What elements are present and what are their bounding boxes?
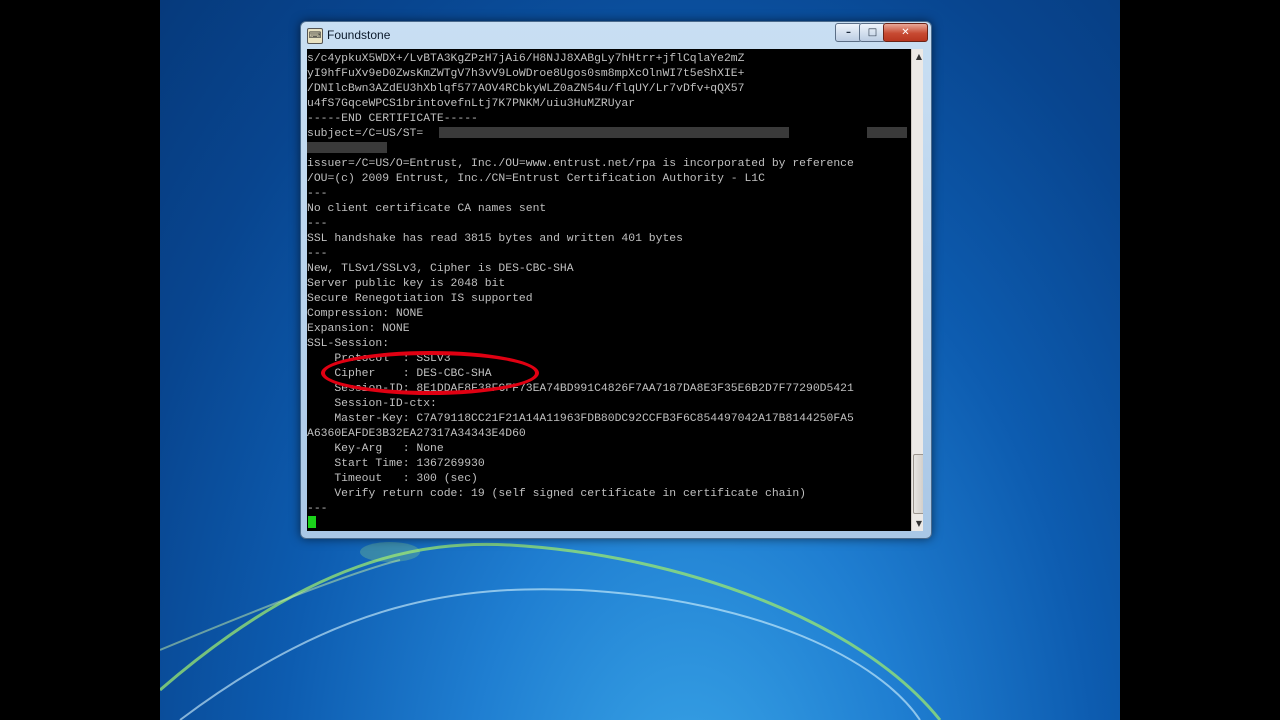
console-app-icon: ⌨ bbox=[307, 28, 323, 44]
redacted-subject-continuation bbox=[307, 142, 387, 153]
console-line: yI9hfFuXv9eD0ZwsKmZWTgV7h3vV9LoWDroe8Ugo… bbox=[307, 68, 745, 80]
console-line: Expansion: NONE bbox=[307, 323, 410, 335]
console-line: Key-Arg : None bbox=[307, 443, 444, 455]
console-line: --- bbox=[307, 248, 328, 260]
console-line: Compression: NONE bbox=[307, 308, 424, 320]
console-line: A6360EAFDE3B32EA27317A34343E4D60 bbox=[307, 428, 526, 440]
console-line: Secure Renegotiation IS supported bbox=[307, 293, 533, 305]
scrollbar-thumb[interactable] bbox=[913, 454, 923, 514]
redacted-subject-state bbox=[439, 127, 789, 138]
console-line: SSL handshake has read 3815 bytes and wr… bbox=[307, 233, 683, 245]
scroll-up-arrow-icon[interactable]: ▲ bbox=[912, 49, 923, 64]
scroll-down-arrow-icon[interactable]: ▼ bbox=[912, 516, 923, 531]
minimize-button[interactable]: – bbox=[835, 23, 862, 42]
console-line: New, TLSv1/SSLv3, Cipher is DES-CBC-SHA bbox=[307, 263, 574, 275]
console-line: /OU=(c) 2009 Entrust, Inc./CN=Entrust Ce… bbox=[307, 173, 765, 185]
close-button[interactable]: ✕ bbox=[883, 23, 928, 42]
console-line: Verify return code: 19 (self signed cert… bbox=[307, 488, 806, 500]
window-title: Foundstone bbox=[327, 28, 391, 42]
title-bar[interactable]: ⌨ Foundstone – □ ✕ bbox=[301, 22, 931, 48]
redacted-subject-cn bbox=[867, 127, 907, 138]
console-line: --- bbox=[307, 188, 328, 200]
console-line: No client certificate CA names sent bbox=[307, 203, 547, 215]
console-output-area[interactable]: s/c4ypkuX5WDX+/LvBTA3KgZPzH7jAi6/H8NJJ8X… bbox=[307, 49, 923, 531]
console-line: --- bbox=[307, 503, 328, 515]
console-line: s/c4ypkuX5WDX+/LvBTA3KgZPzH7jAi6/H8NJJ8X… bbox=[307, 53, 745, 65]
console-line: /DNIlcBwn3AZdEU3hXblqf577AOV4RCbkyWLZ0aZ… bbox=[307, 83, 745, 95]
console-line: SSL-Session: bbox=[307, 338, 390, 350]
console-line: Master-Key: C7A79118CC21F21A14A11963FDB8… bbox=[307, 413, 854, 425]
screen: ⌨ Foundstone – □ ✕ s/c4ypkuX5WDX+/LvBTA3… bbox=[0, 0, 1280, 720]
console-line: Session-ID-ctx: bbox=[307, 398, 437, 410]
console-lines: s/c4ypkuX5WDX+/LvBTA3KgZPzH7jAi6/H8NJJ8X… bbox=[307, 52, 909, 517]
maximize-button[interactable]: □ bbox=[859, 23, 886, 42]
console-line: --- bbox=[307, 218, 328, 230]
console-line: Timeout : 300 (sec) bbox=[307, 473, 478, 485]
console-line: issuer=/C=US/O=Entrust, Inc./OU=www.entr… bbox=[307, 158, 854, 170]
console-line: Server public key is 2048 bit bbox=[307, 278, 506, 290]
terminal-window[interactable]: ⌨ Foundstone – □ ✕ s/c4ypkuX5WDX+/LvBTA3… bbox=[300, 21, 932, 539]
console-line: Start Time: 1367269930 bbox=[307, 458, 485, 470]
text-cursor bbox=[308, 516, 316, 528]
console-line: u4fS7GqceWPCS1brintovefnLtj7K7PNKM/uiu3H… bbox=[307, 98, 636, 110]
cipher-highlight-ellipse bbox=[321, 351, 539, 395]
vertical-scrollbar[interactable]: ▲ ▼ bbox=[911, 49, 923, 531]
console-line: -----END CERTIFICATE----- bbox=[307, 113, 478, 125]
